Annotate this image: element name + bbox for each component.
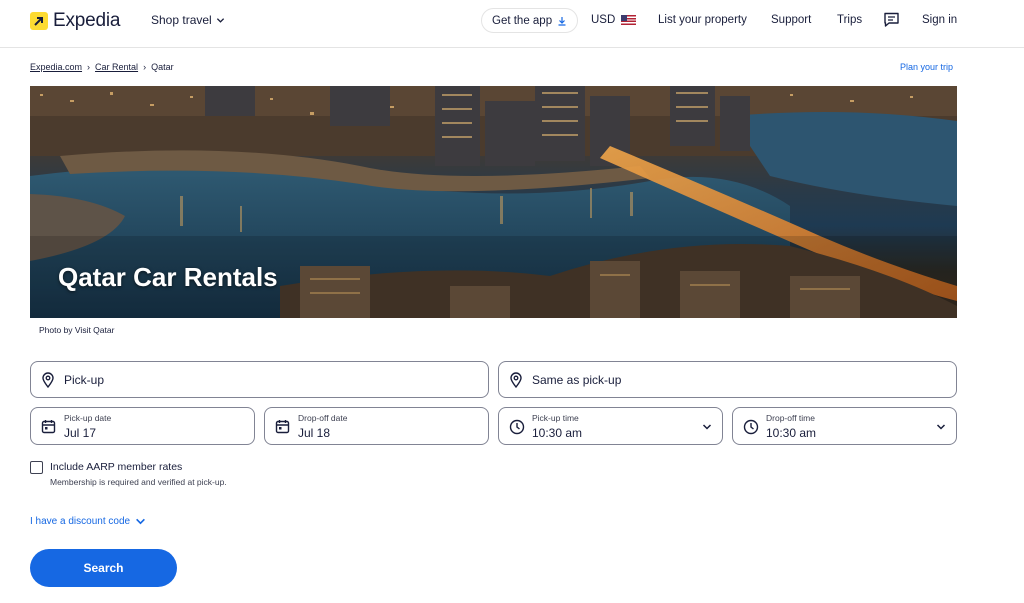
currency-label: USD [591,14,616,26]
shop-travel-label: Shop travel [151,13,212,27]
hero-image: Qatar Car Rentals [30,86,957,318]
breadcrumb-current: Qatar [151,62,174,72]
aarp-note: Membership is required and verified at p… [50,477,227,487]
dropoff-time-select[interactable]: Drop-off time 10:30 am [732,407,957,445]
get-app-label: Get the app [492,14,553,27]
discount-code-toggle[interactable]: I have a discount code [30,516,146,527]
chevron-down-icon [936,424,946,430]
chevron-right-icon: › [143,62,147,72]
calendar-icon [275,420,290,434]
message-icon[interactable] [883,12,900,28]
pickup-time-label: Pick-up time [532,413,579,423]
dropoff-time-label: Drop-off time [766,413,815,423]
breadcrumb: Expedia.com › Car Rental › Qatar [30,62,174,72]
breadcrumb-car-rental[interactable]: Car Rental [95,62,138,72]
dropoff-location-field[interactable]: Same as pick-up [498,361,957,398]
clock-icon [509,419,525,435]
breadcrumb-expedia[interactable]: Expedia.com [30,62,82,72]
expedia-logo-icon [30,12,48,30]
pickup-time-select[interactable]: Pick-up time 10:30 am [498,407,723,445]
shop-travel-menu[interactable]: Shop travel [151,13,225,27]
expedia-logo[interactable]: Expedia [30,10,120,32]
chevron-down-icon [136,518,146,525]
location-pin-icon [42,372,54,388]
aarp-label[interactable]: Include AARP member rates [50,461,182,473]
chevron-right-icon: › [87,62,91,72]
get-the-app-button[interactable]: Get the app [481,8,579,33]
list-property-link[interactable]: List your property [658,14,747,26]
chevron-down-icon [702,424,712,430]
discount-code-label: I have a discount code [30,516,131,527]
download-icon [558,16,566,26]
pickup-date-field[interactable]: Pick-up date Jul 17 [30,407,255,445]
chevron-down-icon [216,17,224,23]
photo-credit: Photo by Visit Qatar [39,325,115,335]
trips-link[interactable]: Trips [837,14,862,26]
dropoff-date-field[interactable]: Drop-off date Jul 18 [264,407,489,445]
pickup-date-label: Pick-up date [64,413,112,423]
top-header: Expedia Shop travel Get the app USD List… [0,0,1024,48]
pickup-date-value: Jul 17 [64,426,97,440]
brand-name: Expedia [53,10,121,31]
dropoff-location-placeholder: Same as pick-up [532,373,622,387]
plan-your-trip-link[interactable]: Plan your trip [900,62,953,72]
pickup-time-value: 10:30 am [532,426,583,440]
support-link[interactable]: Support [771,14,811,26]
currency-selector[interactable]: USD [591,14,637,26]
aarp-option: Include AARP member rates [30,460,182,474]
clock-icon [743,419,759,435]
dropoff-date-value: Jul 18 [298,426,331,440]
location-pin-icon [510,372,522,388]
search-button[interactable]: Search [30,549,177,587]
pickup-location-placeholder: Pick-up [64,373,105,387]
dropoff-time-value: 10:30 am [766,426,817,440]
calendar-icon [41,420,56,434]
sign-in-link[interactable]: Sign in [922,14,957,26]
page-title: Qatar Car Rentals [58,262,278,292]
us-flag-icon [621,15,637,25]
pickup-location-field[interactable]: Pick-up [30,361,489,398]
dropoff-date-label: Drop-off date [298,413,348,423]
aarp-checkbox[interactable] [30,461,43,474]
